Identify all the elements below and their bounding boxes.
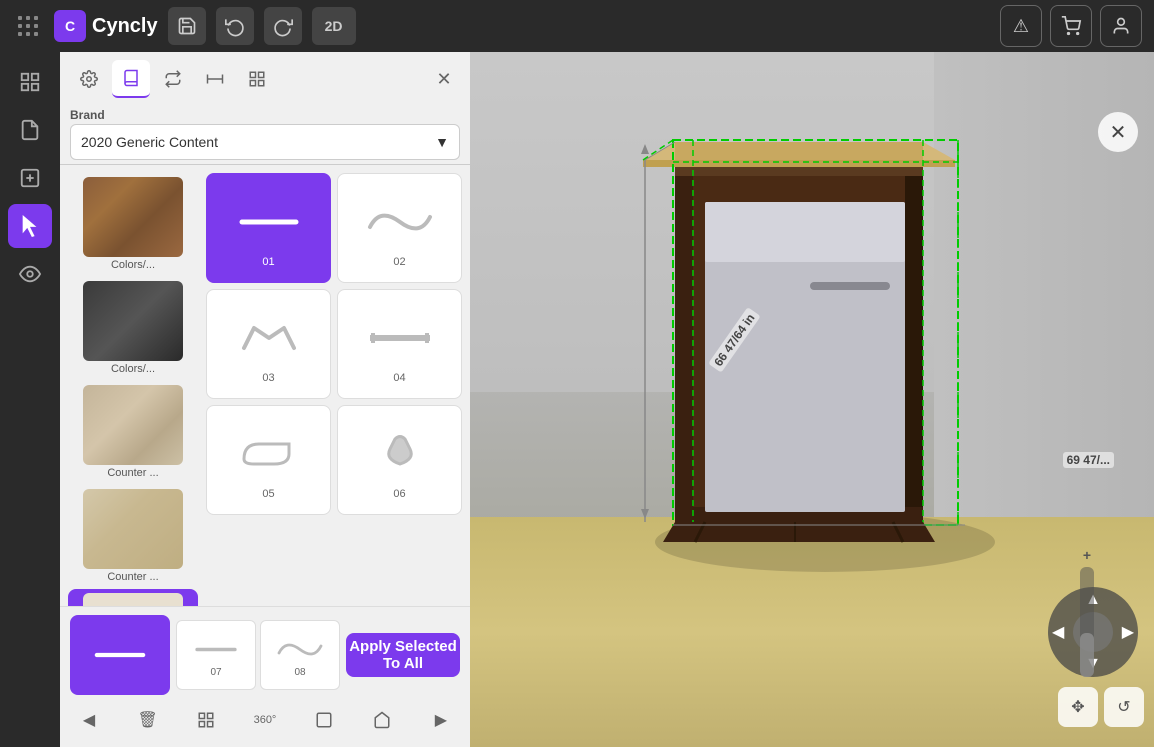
sidebar-design-tool[interactable]: [8, 60, 52, 104]
handle-03-image: [229, 308, 309, 368]
measurement-horizontal: 69 47/...: [1063, 452, 1114, 468]
bottom-catalog-button[interactable]: [305, 701, 343, 739]
tab-measure[interactable]: [196, 60, 234, 98]
dark-swatch-image: [83, 281, 183, 361]
zoom-indicator: [1080, 633, 1094, 677]
handles-grid: 01 02 03: [206, 173, 462, 598]
top-bar: C Cyncly 2D ⚠: [0, 0, 1154, 52]
swatch-counter-2[interactable]: Counter ...: [68, 485, 198, 587]
save-button[interactable]: [168, 7, 206, 45]
apply-selected-all-button[interactable]: Apply Selected To All: [346, 633, 460, 677]
cart-button[interactable]: [1050, 5, 1092, 47]
redo-button[interactable]: [264, 7, 302, 45]
bottom-grid-button[interactable]: [187, 701, 225, 739]
tab-catalog[interactable]: [112, 60, 150, 98]
undo-button[interactable]: [216, 7, 254, 45]
panel-close-button[interactable]: ✕: [428, 63, 460, 95]
sidebar-view-tool[interactable]: [8, 252, 52, 296]
brand-dropdown[interactable]: 2020 Generic Content ▼: [70, 124, 460, 160]
active-item-preview[interactable]: [70, 615, 170, 695]
swatch-door-handle[interactable]: Door Ha...: [68, 589, 198, 606]
swatch-label-counter-1: Counter ...: [107, 467, 158, 479]
bottom-handle-07-label: 07: [210, 667, 221, 678]
brand-section: Brand 2020 Generic Content ▼: [70, 102, 460, 164]
bottom-viewport-tools: ✥ ↺: [1058, 687, 1144, 727]
handle-05-label: 05: [262, 488, 274, 500]
swatch-colors-1[interactable]: Colors/...: [68, 173, 198, 275]
top-bar-right: ⚠: [1000, 5, 1142, 47]
panel-grid-area: Colors/... Colors/... Counter ... Counte…: [60, 165, 470, 606]
handle-item-03[interactable]: 03: [206, 289, 331, 399]
logo: C Cyncly: [54, 10, 158, 42]
panel-tabs: ✕: [70, 60, 460, 98]
stone-swatch-image: [83, 385, 183, 465]
tab-settings[interactable]: [70, 60, 108, 98]
wood-swatch-image: [83, 177, 183, 257]
panel-header: ✕ Brand 2020 Generic Content ▼: [60, 52, 470, 165]
nav-right-button[interactable]: ▶: [1122, 622, 1134, 642]
nav-left-button[interactable]: ◀: [1052, 622, 1064, 642]
viewport-close-button[interactable]: ✕: [1098, 112, 1138, 152]
handle-03-label: 03: [262, 372, 274, 384]
alert-button[interactable]: ⚠: [1000, 5, 1042, 47]
bottom-360-button[interactable]: 360°: [246, 701, 284, 739]
swatch-label-counter-2: Counter ...: [107, 571, 158, 583]
logo-icon: C: [54, 10, 86, 42]
bottom-frame-button[interactable]: [363, 701, 401, 739]
handle-02-image: [360, 192, 440, 252]
handle-item-02[interactable]: 02: [337, 173, 462, 283]
zoom-in-icon: +: [1083, 547, 1091, 563]
zoom-bar[interactable]: +: [1080, 567, 1094, 677]
sidebar-add-tool[interactable]: [8, 156, 52, 200]
brand-value: 2020 Generic Content: [81, 134, 218, 150]
panel-bottom-main-row: 07 08 Apply Selected To All: [70, 615, 460, 695]
handle-06-label: 06: [393, 488, 405, 500]
swatch-label-colors-2: Colors/...: [111, 363, 155, 375]
cabinet-svg: [625, 82, 1055, 592]
viewport-move-button[interactable]: ✥: [1058, 687, 1098, 727]
door-swatch-image: [83, 593, 183, 606]
bottom-prev-button[interactable]: ◀: [70, 701, 108, 739]
handle-04-label: 04: [393, 372, 405, 384]
handle-item-06[interactable]: 06: [337, 405, 462, 515]
handle-01-image: [229, 192, 309, 252]
2d-mode-button[interactable]: 2D: [312, 7, 356, 45]
bottom-delete-button[interactable]: 🗑: [129, 701, 167, 739]
viewport: 66 47/64 in 69 47/... ✕ ▲ ▼ ◀ ▶ + ✥ ↺: [470, 52, 1154, 747]
handle-06-image: [360, 424, 440, 484]
grid-icon: [12, 10, 44, 42]
bottom-handle-08-label: 08: [294, 667, 305, 678]
handle-item-05[interactable]: 05: [206, 405, 331, 515]
handle-item-04[interactable]: 04: [337, 289, 462, 399]
swatch-column: Colors/... Colors/... Counter ... Counte…: [68, 173, 198, 598]
panel-bottom: 07 08 Apply Selected To All ◀ 🗑 360°: [60, 606, 470, 747]
handle-01-label: 01: [262, 256, 274, 268]
viewport-reset-button[interactable]: ↺: [1104, 687, 1144, 727]
swatch-label-colors-1: Colors/...: [111, 259, 155, 271]
handle-04-image: [360, 308, 440, 368]
tab-pages[interactable]: [238, 60, 276, 98]
handle-05-image: [229, 424, 309, 484]
app-name: Cyncly: [92, 15, 158, 38]
left-sidebar: [0, 52, 60, 747]
dropdown-chevron-icon: ▼: [435, 134, 449, 150]
bottom-next-button[interactable]: ▶: [422, 701, 460, 739]
panel-bottom-nav-row: ◀ 🗑 360° ▶: [70, 701, 460, 739]
sidebar-catalog-tool[interactable]: [8, 108, 52, 152]
panel: ✕ Brand 2020 Generic Content ▼ Colors/..…: [60, 52, 470, 747]
swatch-counter-1[interactable]: Counter ...: [68, 381, 198, 483]
tab-swap[interactable]: [154, 60, 192, 98]
bottom-handle-07[interactable]: 07: [176, 620, 256, 690]
bottom-handle-items: 07 08: [176, 620, 340, 690]
sidebar-select-tool[interactable]: [8, 204, 52, 248]
handle-02-label: 02: [393, 256, 405, 268]
bottom-handle-08[interactable]: 08: [260, 620, 340, 690]
swatch-colors-2[interactable]: Colors/...: [68, 277, 198, 379]
handle-item-01[interactable]: 01: [206, 173, 331, 283]
brand-label: Brand: [70, 108, 460, 122]
user-button[interactable]: [1100, 5, 1142, 47]
stone2-swatch-image: [83, 489, 183, 569]
